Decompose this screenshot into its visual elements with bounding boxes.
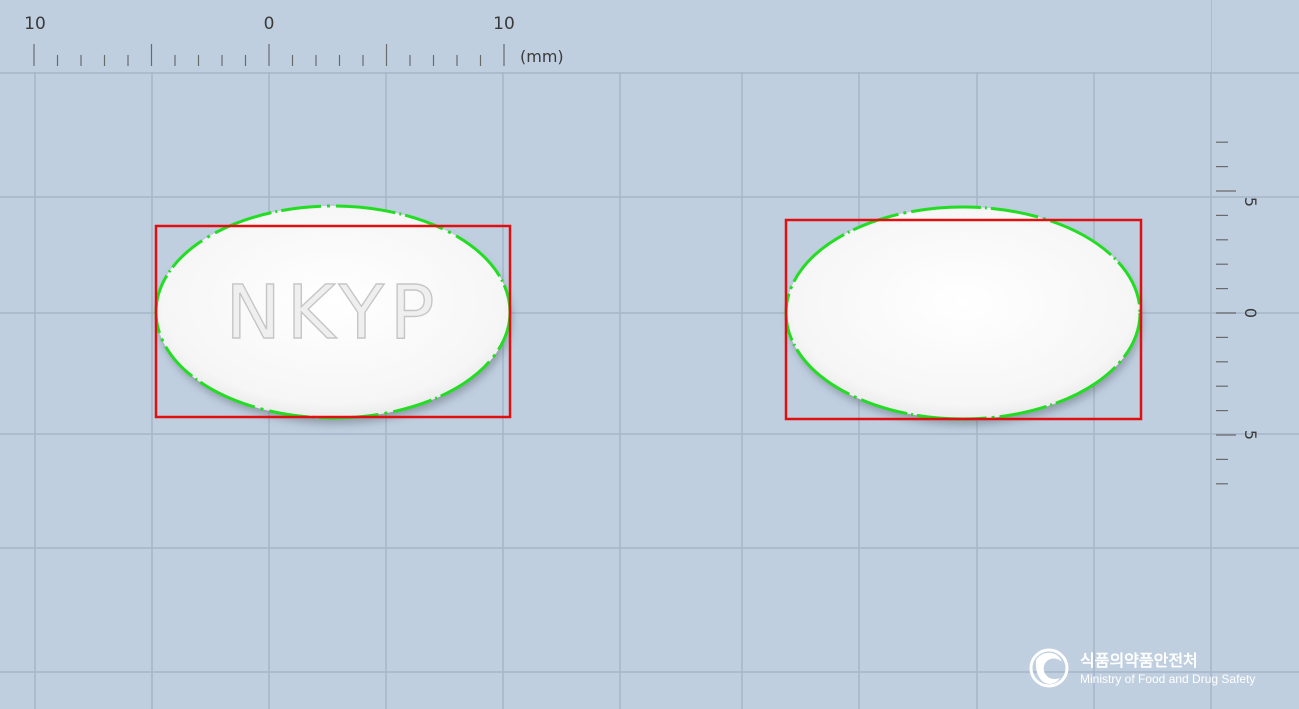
logo-english-text: Ministry of Food and Drug Safety bbox=[1080, 672, 1255, 686]
right-ruler-label-bottom: 5 bbox=[1241, 430, 1260, 440]
top-ruler: 10 0 10 (mm) bbox=[0, 0, 1211, 72]
top-ruler-label-zero: 0 bbox=[264, 14, 275, 34]
pill-image: 10 0 10 (mm) 5 0 5 NKYP 식품의약품안전처 Ministr… bbox=[0, 0, 1299, 709]
right-ruler-label-top: 5 bbox=[1241, 197, 1260, 207]
tablet-back bbox=[784, 205, 1143, 421]
tablet-front-imprint: NKYP bbox=[225, 270, 440, 356]
top-ruler-label-right: 10 bbox=[493, 14, 515, 34]
right-ruler-label-zero: 0 bbox=[1241, 308, 1260, 318]
top-ruler-label-left: 10 bbox=[24, 14, 46, 34]
top-ruler-unit: (mm) bbox=[520, 47, 564, 66]
tablet-front: NKYP bbox=[154, 204, 512, 420]
logo-korean-text: 식품의약품안전처 bbox=[1080, 651, 1198, 670]
mfds-emblem-icon bbox=[1029, 648, 1069, 688]
mfds-logo: 식품의약품안전처 Ministry of Food and Drug Safet… bbox=[1029, 648, 1255, 688]
pill-image-stage: 10 0 10 (mm) 5 0 5 NKYP 식품의약품안전처 Ministr… bbox=[0, 0, 1299, 709]
